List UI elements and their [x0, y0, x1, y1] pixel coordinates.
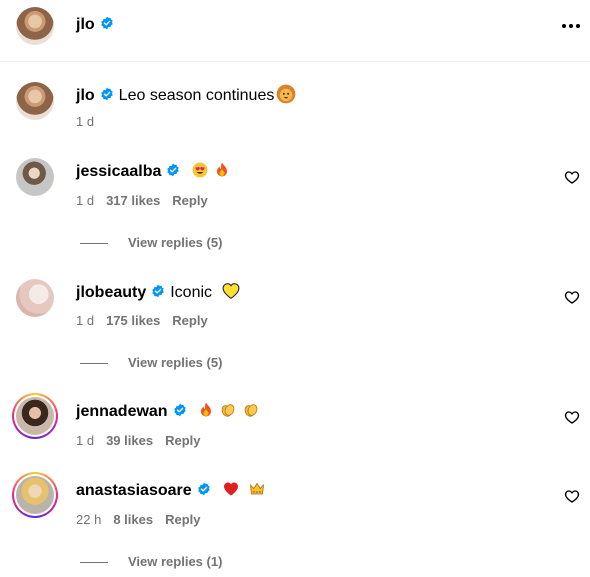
- comment-text: Iconic: [170, 284, 213, 301]
- verified-badge-icon: [152, 284, 165, 298]
- caption-username[interactable]: jlo: [76, 87, 95, 104]
- comment-likes[interactable]: 175 likes: [106, 313, 160, 328]
- comment-avatar: [16, 397, 54, 435]
- comment-likes[interactable]: 8 likes: [113, 512, 153, 527]
- replies-divider-line: [80, 363, 108, 365]
- story-ring[interactable]: [12, 393, 58, 439]
- more-options-icon[interactable]: [560, 16, 582, 36]
- comment-likes[interactable]: 317 likes: [106, 193, 160, 208]
- comment-avatar[interactable]: [16, 279, 54, 317]
- comment-meta: 1 d 317 likes Reply: [76, 193, 208, 208]
- comment-username[interactable]: jennadewan: [76, 403, 168, 420]
- crown-emoji: [249, 482, 264, 495]
- comment-row: jessicaalba: [76, 162, 230, 181]
- story-ring[interactable]: [12, 472, 58, 518]
- reply-button[interactable]: Reply: [165, 512, 200, 527]
- caption-time[interactable]: 1 d: [76, 114, 94, 129]
- comment-meta: 22 h 8 likes Reply: [76, 512, 200, 527]
- like-heart-icon[interactable]: [564, 289, 580, 305]
- caption-meta: 1 d: [76, 114, 94, 129]
- red-heart-emoji: [224, 482, 239, 496]
- view-replies-button[interactable]: View replies (5): [80, 355, 222, 370]
- view-replies-button[interactable]: View replies (5): [80, 235, 222, 250]
- comment-meta: 1 d 39 likes Reply: [76, 433, 200, 448]
- caption-row: jlo Leo season continues: [76, 84, 296, 105]
- replies-divider-line: [80, 243, 108, 245]
- verified-badge-icon: [197, 482, 210, 496]
- header-username-row: jlo: [76, 16, 114, 34]
- comment-time[interactable]: 1 d: [76, 433, 94, 448]
- header-avatar[interactable]: [16, 7, 54, 45]
- like-heart-icon[interactable]: [564, 169, 580, 185]
- comment-avatar: [16, 476, 54, 514]
- comment-time[interactable]: 1 d: [76, 313, 94, 328]
- comment-row: jlobeauty Iconic: [76, 282, 241, 302]
- view-replies-button[interactable]: View replies (1): [80, 554, 222, 569]
- comment-meta: 1 d 175 likes Reply: [76, 313, 208, 328]
- reply-button[interactable]: Reply: [172, 313, 207, 328]
- lion-emoji: [276, 84, 296, 104]
- comment-username[interactable]: jlobeauty: [76, 284, 146, 301]
- verified-badge-icon: [173, 403, 186, 417]
- caption-text: Leo season continues: [118, 87, 275, 104]
- comment-username[interactable]: anastasiasoare: [76, 482, 192, 499]
- verified-badge-icon: [100, 87, 113, 101]
- verified-badge-icon: [100, 16, 113, 30]
- post-header: jlo: [0, 0, 590, 62]
- like-heart-icon[interactable]: [564, 488, 580, 504]
- fire-emoji: [217, 162, 228, 177]
- comment-avatar[interactable]: [16, 158, 54, 196]
- comment-row: jennadewan: [76, 402, 259, 421]
- fire-emoji: [201, 402, 212, 417]
- comment-time[interactable]: 22 h: [76, 512, 101, 527]
- view-replies-label: View replies (1): [128, 554, 223, 569]
- reply-button[interactable]: Reply: [172, 193, 207, 208]
- clap-emoji: [244, 404, 258, 417]
- clap-emoji: [222, 404, 235, 417]
- verified-badge-icon: [167, 163, 180, 177]
- comment-username[interactable]: jessicaalba: [76, 163, 161, 180]
- yellow-heart-emoji: [223, 283, 240, 299]
- heart-eyes-emoji: [192, 162, 208, 178]
- comment-row: anastasiasoare: [76, 481, 267, 500]
- comment-likes[interactable]: 39 likes: [106, 433, 153, 448]
- caption-avatar[interactable]: [16, 82, 54, 120]
- view-replies-label: View replies (5): [128, 355, 223, 370]
- like-heart-icon[interactable]: [564, 409, 580, 425]
- reply-button[interactable]: Reply: [165, 433, 200, 448]
- view-replies-label: View replies (5): [128, 235, 223, 250]
- header-username[interactable]: jlo: [76, 16, 95, 33]
- comment-time[interactable]: 1 d: [76, 193, 94, 208]
- replies-divider-line: [80, 562, 108, 564]
